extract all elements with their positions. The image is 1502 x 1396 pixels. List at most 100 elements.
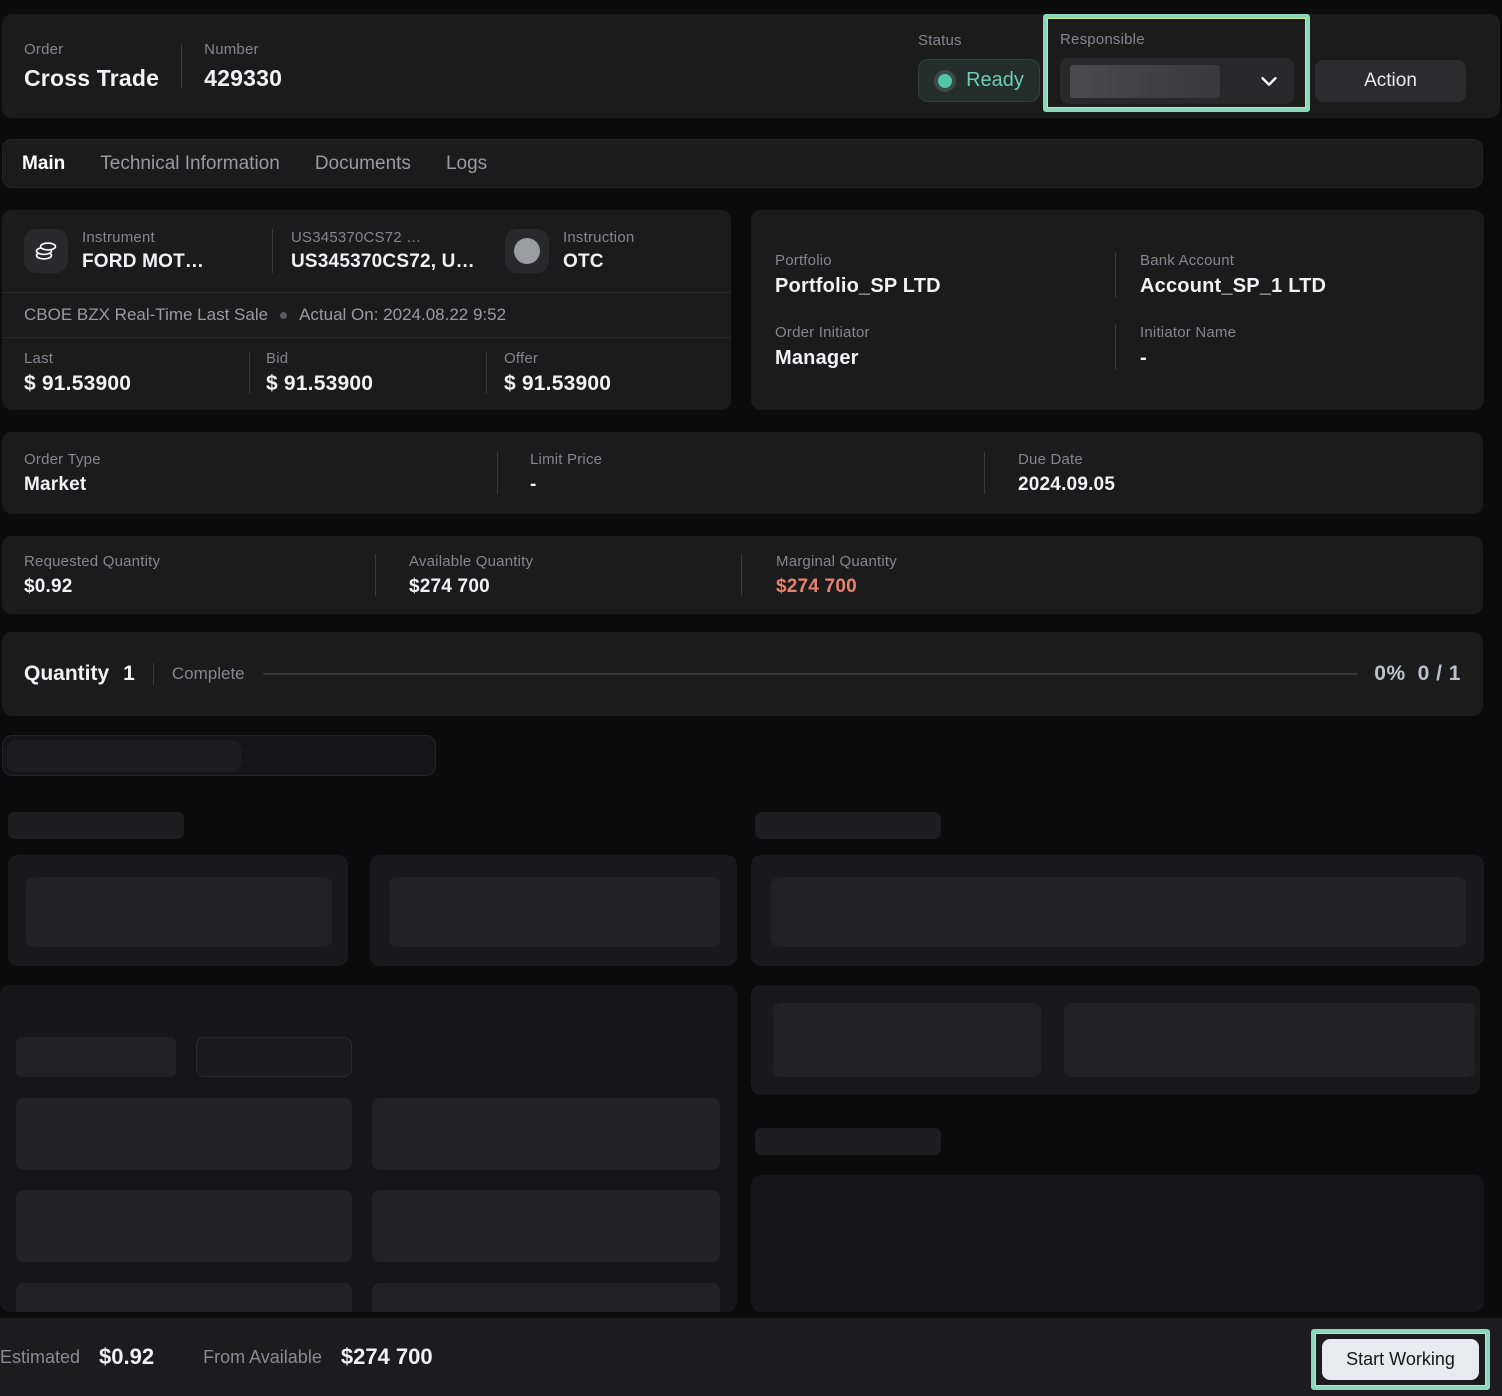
progress-percent: 0%: [1374, 662, 1405, 686]
skeleton-tab: [7, 740, 241, 772]
skeleton-chip-outline: [196, 1037, 352, 1077]
skeleton-block: [389, 877, 720, 947]
skeleton-tab-bar: [2, 735, 436, 776]
status-label: Status: [918, 32, 1040, 49]
skeleton-panel-left: [0, 985, 737, 1312]
status-badge: Ready: [918, 59, 1040, 102]
estimated-label: Estimated: [0, 1347, 80, 1368]
quantities-row: Requested Quantity $0.92 Available Quant…: [2, 536, 1483, 614]
order-initiator-field: Order Initiator Manager: [775, 324, 1115, 370]
responsible-highlight: Responsible: [1043, 14, 1310, 112]
skeleton-chip: [16, 1037, 176, 1077]
quantity-progress-row: Quantity 1 Complete 0% 0 / 1: [2, 632, 1483, 716]
from-available-value: $274 700: [341, 1344, 433, 1370]
separator-dot-icon: [280, 312, 287, 319]
skeleton-card: [751, 985, 1480, 1095]
status-dot-icon: [934, 70, 956, 92]
responsible-label: Responsible: [1060, 31, 1145, 48]
instrument-label: Instrument: [82, 229, 254, 246]
portfolio-field: Portfolio Portfolio_SP LTD: [775, 252, 1115, 298]
instrument-panel: Instrument FORD MOT… US345370CS72 … US34…: [2, 210, 731, 410]
number-field: Number 429330: [204, 41, 282, 92]
skeleton-block: [16, 1098, 352, 1170]
header-divider: [181, 44, 182, 88]
instruction-label: Instruction: [563, 229, 634, 246]
due-date-field: Due Date 2024.09.05: [985, 451, 1115, 496]
initiator-name-field: Initiator Name -: [1116, 324, 1236, 370]
tab-documents[interactable]: Documents: [315, 153, 411, 175]
quantity-count: 1: [123, 662, 135, 686]
bank-account-field: Bank Account Account_SP_1 LTD: [1116, 252, 1326, 298]
status-value: Ready: [966, 69, 1024, 92]
prices-row: Last $ 91.53900 Bid $ 91.53900 Offer $ 9…: [2, 338, 731, 408]
requested-quantity-field: Requested Quantity $0.92: [2, 553, 375, 598]
skeleton-block: [773, 1003, 1041, 1077]
instrument-value: FORD MOT…: [82, 251, 254, 273]
responsible-dropdown[interactable]: [1060, 58, 1294, 104]
isin-value: US345370CS72, U…: [291, 251, 505, 273]
order-title: Cross Trade: [24, 65, 159, 92]
instruction-field: Instruction OTC: [563, 229, 634, 273]
responsible-value-redacted: [1070, 65, 1220, 98]
skeleton-block: [372, 1098, 720, 1170]
market-feed-row: CBOE BZX Real-Time Last Sale Actual On: …: [2, 292, 731, 338]
bid-price: Bid $ 91.53900: [250, 350, 486, 396]
divider: [272, 229, 273, 273]
skeleton-card: [751, 855, 1484, 966]
order-field: Order Cross Trade: [24, 41, 159, 92]
skeleton-block: [26, 877, 332, 947]
instruction-value: OTC: [563, 251, 634, 273]
last-price: Last $ 91.53900: [2, 350, 249, 396]
skeleton-card: [370, 855, 737, 966]
skeleton-block: [1064, 1003, 1475, 1077]
skeleton-block: [16, 1283, 352, 1312]
details-row-1: Portfolio Portfolio_SP LTD Bank Account …: [775, 252, 1460, 298]
order-number: 429330: [204, 65, 282, 92]
order-header: Order Cross Trade Number 429330 Status R…: [2, 14, 1500, 118]
order-terms-row: Order Type Market Limit Price - Due Date…: [2, 432, 1483, 514]
isin-label: US345370CS72 …: [291, 229, 505, 246]
instrument-row: Instrument FORD MOT… US345370CS72 … US34…: [2, 210, 731, 292]
tab-main[interactable]: Main: [22, 153, 65, 175]
progress-ratio: 0 / 1: [1418, 662, 1461, 686]
divider: [153, 663, 154, 685]
skeleton-block: [372, 1190, 720, 1262]
instruction-circle-icon: [505, 229, 549, 273]
skeleton-label: [755, 1128, 941, 1155]
skeleton-label: [755, 812, 941, 839]
tab-bar: Main Technical Information Documents Log…: [2, 139, 1483, 188]
footer-bar: Estimated $0.92 From Available $274 700 …: [0, 1318, 1502, 1396]
instrument-field: Instrument FORD MOT…: [82, 229, 254, 273]
skeleton-label: [8, 812, 184, 839]
order-type-field: Order Type Market: [2, 451, 497, 496]
details-panel: Portfolio Portfolio_SP LTD Bank Account …: [751, 210, 1484, 410]
skeleton-block: [16, 1190, 352, 1262]
offer-price: Offer $ 91.53900: [487, 350, 611, 396]
action-button[interactable]: Action: [1315, 60, 1466, 102]
quantity-title: Quantity: [24, 662, 109, 686]
actual-on: Actual On: 2024.08.22 9:52: [299, 305, 506, 325]
start-working-button[interactable]: Start Working: [1322, 1339, 1479, 1380]
limit-price-field: Limit Price -: [498, 451, 984, 496]
tab-logs[interactable]: Logs: [446, 153, 487, 175]
complete-label: Complete: [172, 664, 245, 684]
from-available-label: From Available: [203, 1347, 322, 1368]
start-working-highlight: Start Working: [1311, 1329, 1490, 1390]
progress-bar: [263, 673, 1359, 675]
estimated-value: $0.92: [99, 1344, 154, 1370]
chevron-down-icon: [1258, 70, 1280, 92]
details-row-2: Order Initiator Manager Initiator Name -: [775, 324, 1460, 370]
coins-icon: [24, 229, 68, 273]
status-block: Status Ready: [918, 32, 1040, 102]
market-feed: CBOE BZX Real-Time Last Sale: [24, 305, 268, 325]
isin-field: US345370CS72 … US345370CS72, U…: [291, 229, 505, 273]
order-identity: Order Cross Trade Number 429330: [24, 14, 282, 118]
tab-technical-information[interactable]: Technical Information: [100, 153, 280, 175]
skeleton-panel-right: [751, 1175, 1484, 1312]
skeleton-block: [372, 1283, 720, 1312]
skeleton-card: [8, 855, 348, 966]
skeleton-block: [771, 877, 1466, 947]
number-label: Number: [204, 41, 282, 58]
available-quantity-field: Available Quantity $274 700: [376, 553, 741, 598]
marginal-quantity-field: Marginal Quantity $274 700: [742, 553, 897, 598]
